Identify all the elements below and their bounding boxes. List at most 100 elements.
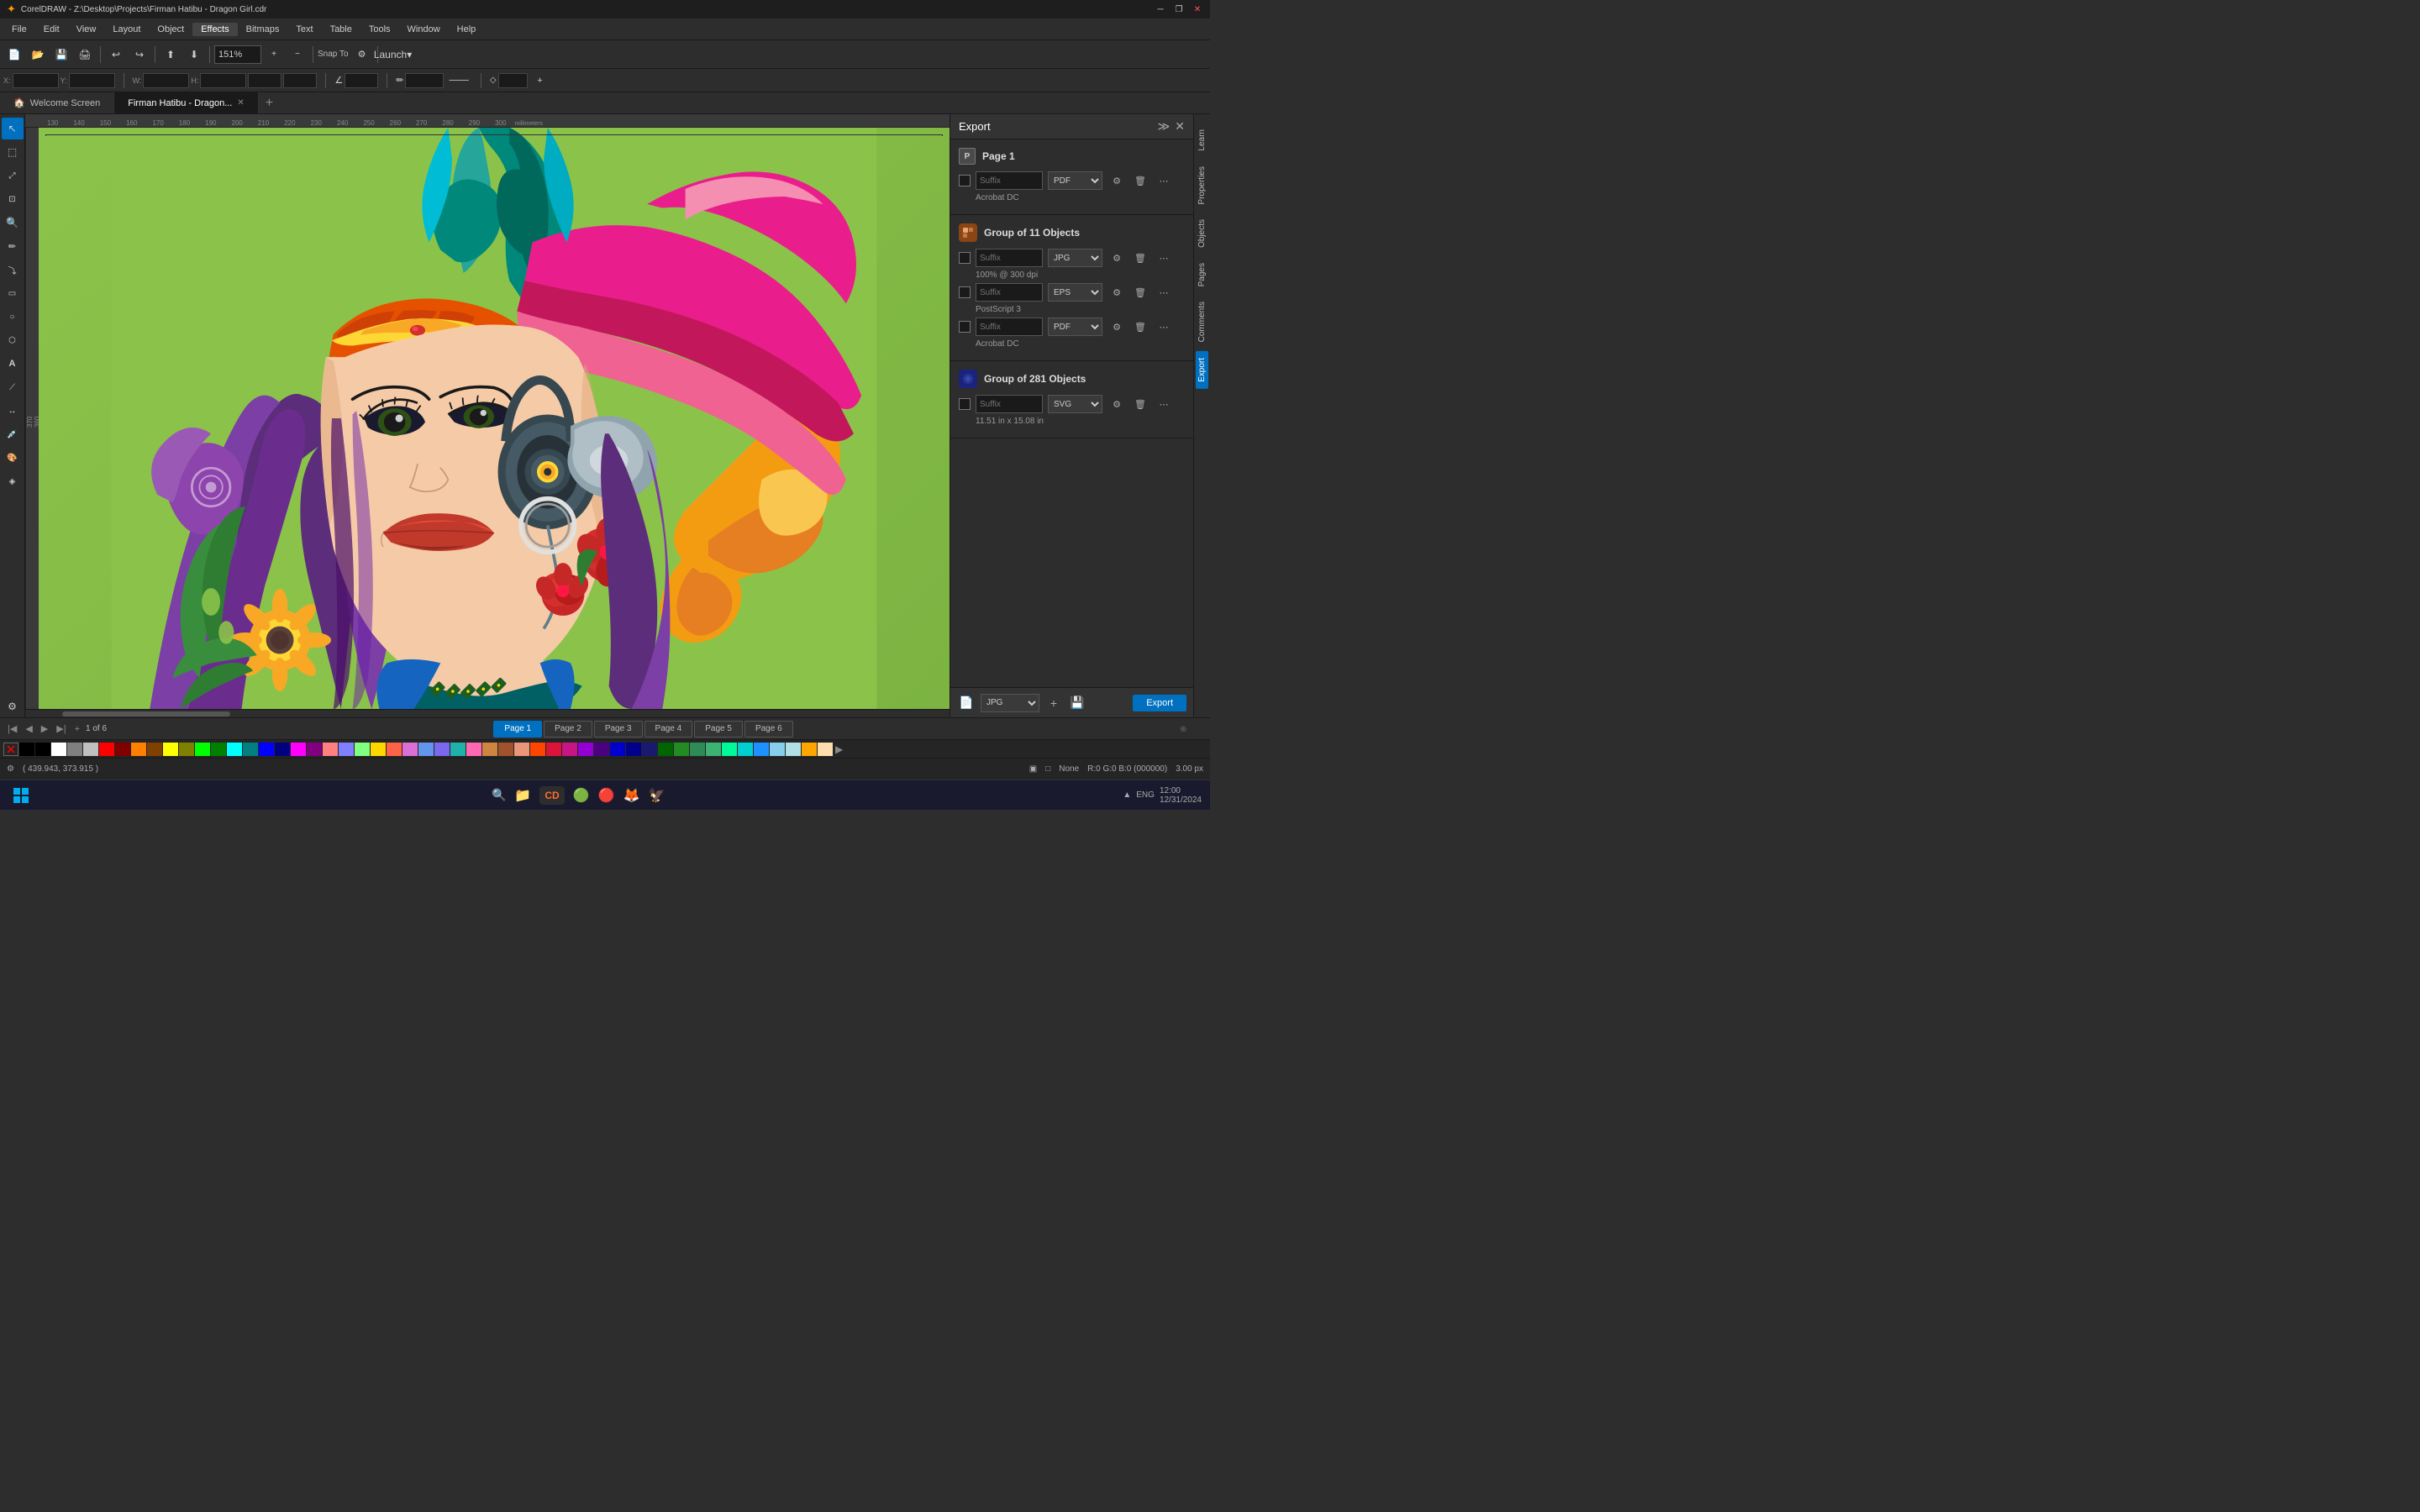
dimension-tool[interactable]: ↔: [2, 400, 24, 422]
palette-swatch-30[interactable]: [514, 743, 529, 756]
group11-settings-0[interactable]: ⚙: [1107, 249, 1126, 267]
group11-format-1[interactable]: EPSPDFJPGPNGSVG: [1048, 283, 1102, 302]
nib-input[interactable]: 50: [498, 73, 528, 88]
palette-swatch-43[interactable]: [722, 743, 737, 756]
black-swatch[interactable]: [19, 743, 34, 756]
polygon-tool[interactable]: ⬡: [2, 329, 24, 351]
palette-swatch-27[interactable]: [466, 743, 481, 756]
palette-swatch-9[interactable]: [179, 743, 194, 756]
palette-swatch-21[interactable]: [371, 743, 386, 756]
palette-swatch-3[interactable]: [83, 743, 98, 756]
group281-more-0[interactable]: ⋯: [1155, 395, 1173, 413]
palette-swatch-26[interactable]: [450, 743, 466, 756]
page1-more-0[interactable]: ⋯: [1155, 171, 1173, 190]
minimize-button[interactable]: ─: [1155, 3, 1166, 15]
page-play-button[interactable]: ▶: [39, 723, 50, 734]
palette-swatch-35[interactable]: [594, 743, 609, 756]
menu-table[interactable]: Table: [322, 23, 360, 36]
group11-check-1[interactable]: [959, 286, 971, 298]
canvas[interactable]: [39, 128, 950, 709]
group281-delete-0[interactable]: 🗑: [1131, 395, 1150, 413]
close-button[interactable]: ✕: [1192, 3, 1203, 15]
settings-icon[interactable]: ⚙: [7, 764, 14, 774]
palette-swatch-18[interactable]: [323, 743, 338, 756]
page1-suffix-0[interactable]: [976, 171, 1043, 190]
select-tool[interactable]: ↖: [2, 118, 24, 139]
freehand-tool[interactable]: ✏: [2, 235, 24, 257]
export-button[interactable]: ⬇: [183, 44, 205, 66]
no-color-swatch[interactable]: [3, 743, 18, 756]
group11-delete-0[interactable]: 🗑: [1131, 249, 1150, 267]
group281-settings-0[interactable]: ⚙: [1107, 395, 1126, 413]
palette-swatch-41[interactable]: [690, 743, 705, 756]
freehand-select-tool[interactable]: ⬚: [2, 141, 24, 163]
palette-swatch-2[interactable]: [67, 743, 82, 756]
tab-welcome[interactable]: 🏠 Welcome Screen: [0, 92, 114, 113]
page-tab-4[interactable]: Page 4: [644, 721, 693, 738]
snap-settings[interactable]: ⚙: [351, 44, 373, 66]
tab-learn[interactable]: Learn: [1196, 123, 1208, 158]
palette-swatch-15[interactable]: [275, 743, 290, 756]
palette-swatch-37[interactable]: [626, 743, 641, 756]
palette-swatch-36[interactable]: [610, 743, 625, 756]
group281-suffix-0[interactable]: [976, 395, 1043, 413]
menu-bitmaps[interactable]: Bitmaps: [238, 23, 288, 36]
menu-effects[interactable]: Effects: [192, 23, 237, 36]
start-button[interactable]: [8, 783, 34, 808]
palette-swatch-14[interactable]: [259, 743, 274, 756]
page-tab-6[interactable]: Page 6: [744, 721, 793, 738]
x-input[interactable]: 298.535 mm: [13, 73, 59, 88]
tab-close-button[interactable]: ✕: [237, 98, 244, 108]
palette-swatch-38[interactable]: [642, 743, 657, 756]
angle-input[interactable]: 0.0: [345, 73, 378, 88]
group11-format-0[interactable]: JPGPDFPNGEPSSVG: [1048, 249, 1102, 267]
palette-swatch-44[interactable]: [738, 743, 753, 756]
nib-plus[interactable]: +: [529, 70, 551, 92]
transform-tool[interactable]: ⤢: [2, 165, 24, 186]
import-button[interactable]: ⬆: [160, 44, 182, 66]
group11-suffix-0[interactable]: [976, 249, 1043, 267]
page1-format-0[interactable]: PDFJPGPNGEPSSVG: [1048, 171, 1102, 190]
page1-settings-0[interactable]: ⚙: [1107, 171, 1126, 190]
menu-view[interactable]: View: [68, 23, 105, 36]
group11-delete-2[interactable]: 🗑: [1131, 318, 1150, 336]
palette-swatch-8[interactable]: [163, 743, 178, 756]
menu-edit[interactable]: Edit: [35, 23, 68, 36]
crop-tool[interactable]: ⊡: [2, 188, 24, 210]
palette-swatch-49[interactable]: [818, 743, 833, 756]
palette-swatch-1[interactable]: [51, 743, 66, 756]
palette-swatch-7[interactable]: [147, 743, 162, 756]
undo-button[interactable]: ↩: [105, 44, 127, 66]
tab-export[interactable]: Export: [1196, 351, 1208, 389]
taskbar-explorer[interactable]: 📁: [514, 787, 531, 804]
export-add-button[interactable]: +: [1044, 694, 1063, 712]
taskbar-app4[interactable]: 🦊: [623, 787, 640, 804]
group11-delete-1[interactable]: 🗑: [1131, 283, 1150, 302]
group281-format-0[interactable]: SVGPDFJPGPNGEPS: [1048, 395, 1102, 413]
page-tab-5[interactable]: Page 5: [694, 721, 743, 738]
group11-suffix-1[interactable]: [976, 283, 1043, 302]
palette-swatch-23[interactable]: [402, 743, 418, 756]
palette-arrow[interactable]: ▶: [835, 743, 843, 755]
menu-window[interactable]: Window: [399, 23, 449, 36]
palette-swatch-11[interactable]: [211, 743, 226, 756]
group11-more-0[interactable]: ⋯: [1155, 249, 1173, 267]
palette-swatch-33[interactable]: [562, 743, 577, 756]
page-tab-1[interactable]: Page 1: [493, 721, 542, 738]
group11-more-1[interactable]: ⋯: [1155, 283, 1173, 302]
ellipse-tool[interactable]: ○: [2, 306, 24, 328]
h2-input[interactable]: 100.0: [283, 73, 317, 88]
horizontal-scrollbar[interactable]: [25, 709, 950, 717]
page-tab-2[interactable]: Page 2: [544, 721, 592, 738]
page-first-button[interactable]: |◀: [5, 723, 19, 734]
add-tab-button[interactable]: +: [259, 92, 280, 113]
group281-check-0[interactable]: [959, 398, 971, 410]
palette-swatch-29[interactable]: [498, 743, 513, 756]
new-button[interactable]: 📄: [3, 44, 25, 66]
text-tool[interactable]: A: [2, 353, 24, 375]
save-button[interactable]: 💾: [50, 44, 72, 66]
menu-help[interactable]: Help: [449, 23, 485, 36]
zoom-in[interactable]: +: [263, 44, 285, 66]
tab-active-file[interactable]: Firman Hatibu - Dragon... ✕: [114, 92, 259, 113]
palette-swatch-42[interactable]: [706, 743, 721, 756]
